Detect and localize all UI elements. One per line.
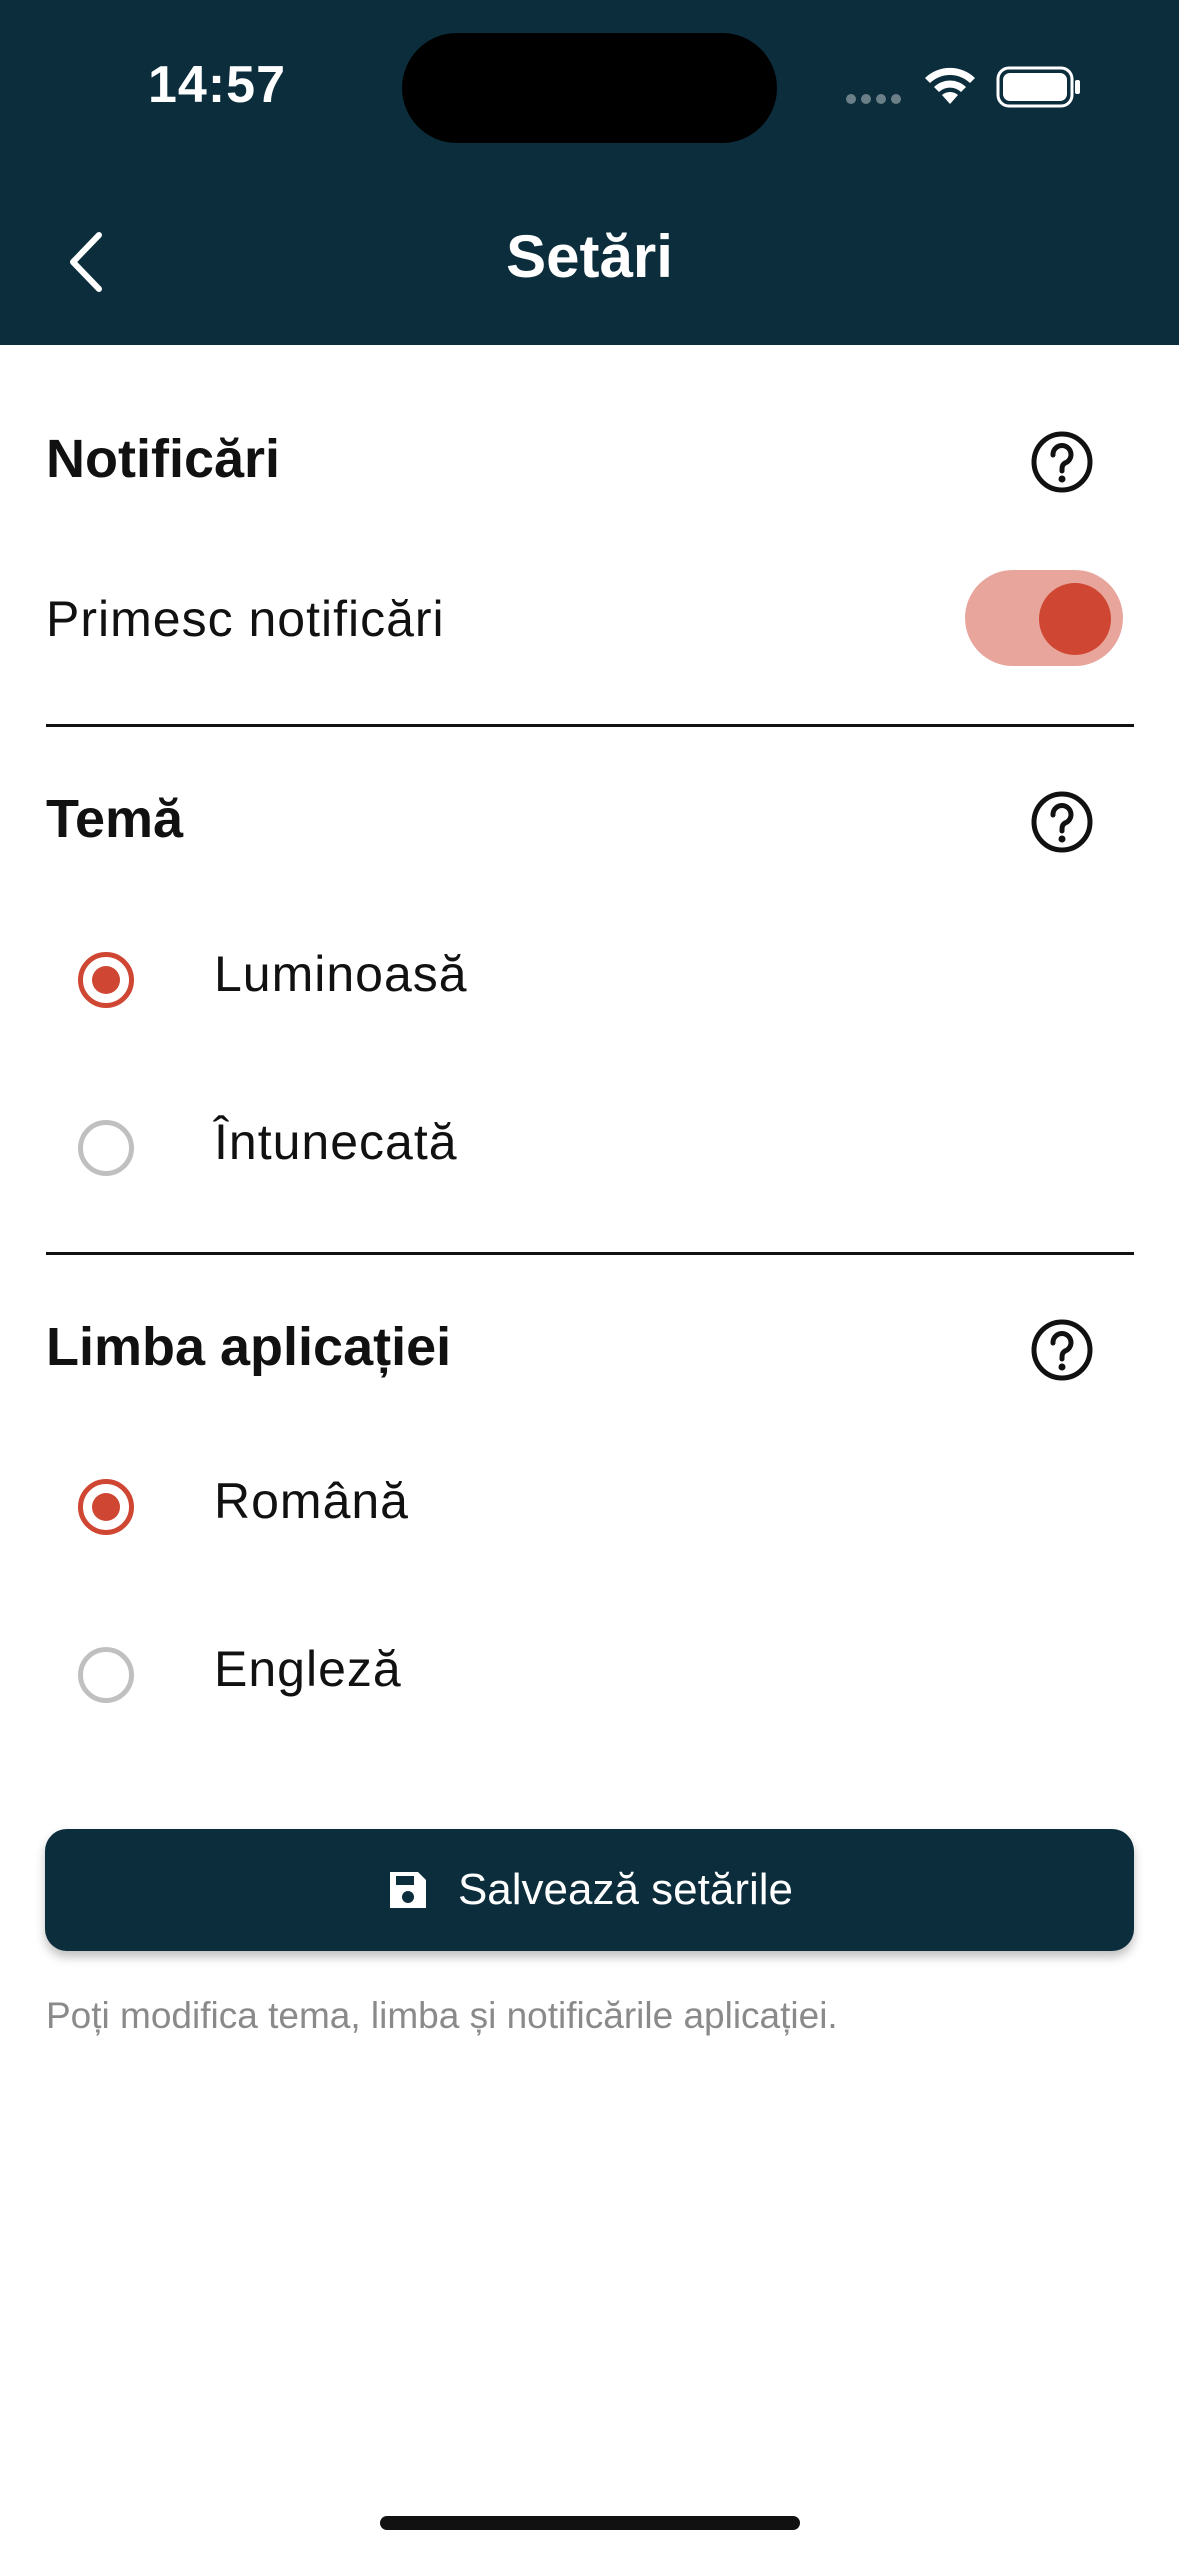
radio-button[interactable]: [78, 1647, 134, 1703]
notifications-toggle[interactable]: [965, 570, 1123, 666]
help-circle-icon[interactable]: [1030, 1318, 1094, 1382]
radio-button[interactable]: [78, 1120, 134, 1176]
status-time: 14:57: [148, 56, 286, 114]
section-divider: [46, 724, 1134, 727]
language-option-label: Română: [214, 1473, 409, 1529]
app-header: 14:57 Setări: [0, 0, 1179, 345]
theme-option-label: Luminoasă: [214, 946, 468, 1002]
save-button-label: Salvează setările: [457, 1865, 794, 1914]
notifications-toggle-label: Primesc notificări: [46, 591, 445, 647]
battery-icon: [996, 66, 1080, 108]
toggle-knob: [1039, 583, 1111, 655]
language-option-romanian[interactable]: Română: [0, 1452, 1179, 1562]
page-title: Setări: [506, 223, 673, 290]
save-icon: [389, 1872, 426, 1908]
theme-option-label: Întunecată: [214, 1114, 458, 1170]
signal-dots-icon: [846, 94, 901, 104]
theme-section-title: Temă: [46, 789, 184, 849]
radio-button-selected[interactable]: [78, 1479, 134, 1535]
settings-footnote: Poți modifica tema, limba și notificăril…: [46, 1995, 838, 2036]
radio-button-selected[interactable]: [78, 952, 134, 1008]
help-circle-icon[interactable]: [1030, 430, 1094, 494]
settings-screen: 14:57 Setări Notificări Primesc notifică…: [0, 0, 1179, 2556]
language-option-label: Engleză: [214, 1641, 402, 1697]
language-section-title: Limba aplicației: [46, 1317, 452, 1377]
theme-option-dark[interactable]: Întunecată: [0, 1093, 1179, 1203]
dynamic-island: [402, 33, 777, 143]
section-divider: [46, 1252, 1134, 1255]
home-indicator[interactable]: [380, 2516, 800, 2530]
theme-option-light[interactable]: Luminoasă: [0, 925, 1179, 1035]
help-circle-icon[interactable]: [1030, 790, 1094, 854]
wifi-icon: [925, 67, 975, 104]
notifications-section-title: Notificări: [46, 429, 281, 489]
language-option-english[interactable]: Engleză: [0, 1620, 1179, 1730]
save-settings-button[interactable]: Salvează setările: [45, 1829, 1134, 1951]
